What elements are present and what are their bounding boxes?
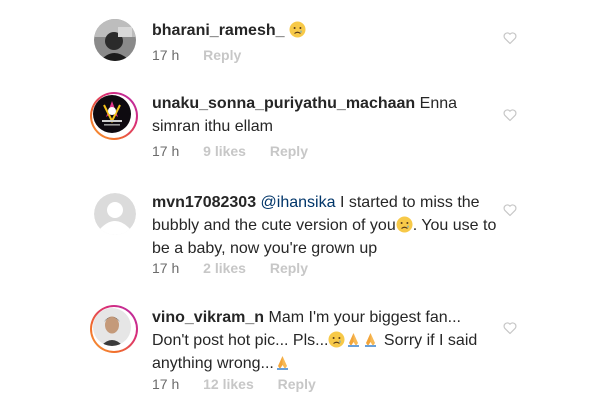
comment-time: 17 h xyxy=(152,47,180,63)
mention-link[interactable]: @ihansika xyxy=(261,194,336,211)
folded-hands-icon xyxy=(345,331,362,348)
comment-username[interactable]: unaku_sonna_puriyathu_machaan xyxy=(152,95,415,112)
crying-face-icon xyxy=(396,216,413,233)
comment-time: 17 h xyxy=(152,376,180,392)
heart-outline-icon[interactable] xyxy=(503,203,517,217)
reply-button[interactable]: Reply xyxy=(278,376,316,392)
avatar xyxy=(93,308,131,346)
likes-count[interactable]: 9 likes xyxy=(203,143,246,159)
comment-meta: 17 h 2 likes Reply xyxy=(152,260,308,276)
comment-meta: 17 h 9 likes Reply xyxy=(152,143,308,159)
comment-username[interactable]: mvn17082303 xyxy=(152,194,256,211)
story-ring[interactable] xyxy=(90,305,138,353)
comment-time: 17 h xyxy=(152,143,180,159)
comment-username[interactable]: bharani_ramesh_ xyxy=(152,22,285,39)
comment-time: 17 h xyxy=(152,260,180,276)
likes-count[interactable]: 2 likes xyxy=(203,260,246,276)
avatar xyxy=(93,95,131,133)
heart-outline-icon[interactable] xyxy=(503,31,517,45)
reply-button[interactable]: Reply xyxy=(270,143,308,159)
avatar[interactable] xyxy=(94,19,136,61)
crying-face-icon xyxy=(328,331,345,348)
comment-text: vino_vikram_n Mam I'm your biggest fan..… xyxy=(152,306,497,375)
comment-text: mvn17082303 @ihansika I started to miss … xyxy=(152,191,497,260)
heart-outline-icon[interactable] xyxy=(503,108,517,122)
comment-username[interactable]: vino_vikram_n xyxy=(152,309,264,326)
comment-text: bharani_ramesh_ xyxy=(152,19,497,42)
likes-count[interactable]: 12 likes xyxy=(203,376,254,392)
folded-hands-icon xyxy=(362,331,379,348)
default-avatar-icon[interactable] xyxy=(94,193,136,235)
folded-hands-icon xyxy=(274,354,291,371)
comment-meta: 17 h Reply xyxy=(152,47,241,63)
heart-outline-icon[interactable] xyxy=(503,321,517,335)
comment-text: unaku_sonna_puriyathu_machaan Enna simra… xyxy=(152,92,497,138)
comment-meta: 17 h 12 likes Reply xyxy=(152,376,316,392)
reply-button[interactable]: Reply xyxy=(203,47,241,63)
story-ring[interactable] xyxy=(90,92,138,140)
crying-face-icon xyxy=(289,21,306,38)
reply-button[interactable]: Reply xyxy=(270,260,308,276)
